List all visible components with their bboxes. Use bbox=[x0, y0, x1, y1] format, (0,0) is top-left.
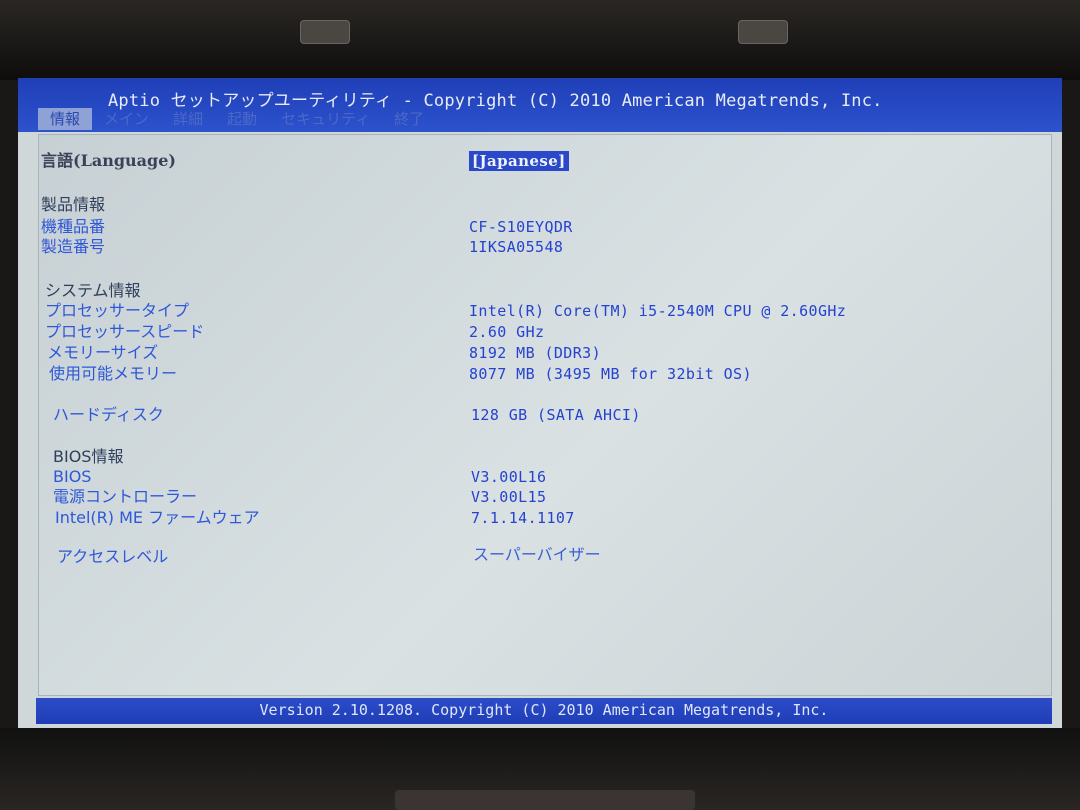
usable-memory-value: 8077 MB (3495 MB for 32bit OS) bbox=[469, 365, 752, 383]
serial-value: 1IKSA05548 bbox=[469, 238, 564, 256]
bezel-slot bbox=[395, 790, 695, 810]
bios-label: BIOS bbox=[53, 467, 92, 486]
bezel-hinge-right bbox=[738, 20, 788, 44]
tab-info[interactable]: 情報 bbox=[38, 108, 93, 130]
system-info-heading: システム情報 bbox=[45, 281, 141, 300]
product-info-heading: 製品情報 bbox=[41, 195, 106, 214]
bezel-hinge-left bbox=[300, 20, 350, 44]
access-level-value: スーパーバイザー bbox=[473, 545, 601, 564]
tab-advanced[interactable]: 詳細 bbox=[161, 108, 215, 130]
model-value: CF-S10EYQDR bbox=[469, 218, 573, 236]
cpu-speed-label: プロセッサースピード bbox=[45, 322, 205, 341]
bios-value: V3.00L16 bbox=[471, 468, 547, 486]
tab-bar: 情報 メイン 詳細 起動 セキュリティ 終了 bbox=[38, 108, 436, 130]
bios-screen: Aptio セットアップユーティリティ - Copyright (C) 2010… bbox=[18, 78, 1062, 730]
power-controller-value: V3.00L15 bbox=[471, 488, 547, 506]
me-firmware-value: 7.1.14.1107 bbox=[471, 509, 575, 527]
cpu-type-label: プロセッサータイプ bbox=[45, 301, 190, 320]
tab-main[interactable]: メイン bbox=[92, 108, 161, 130]
cpu-type-value: Intel(R) Core(TM) i5-2540M CPU @ 2.60GHz bbox=[469, 302, 847, 320]
footer-bar: Version 2.10.1208. Copyright (C) 2010 Am… bbox=[36, 698, 1052, 724]
power-controller-label: 電源コントローラー bbox=[53, 487, 198, 506]
tab-exit[interactable]: 終了 bbox=[382, 108, 436, 130]
tab-boot[interactable]: 起動 bbox=[215, 108, 269, 130]
cpu-speed-value: 2.60 GHz bbox=[469, 323, 545, 341]
info-panel: 言語(Language) [Japanese] 製品情報 機種品番 CF-S10… bbox=[38, 134, 1052, 696]
hdd-label: ハードディスク bbox=[53, 405, 164, 424]
usable-memory-label: 使用可能メモリー bbox=[49, 364, 178, 383]
access-level-label: アクセスレベル bbox=[57, 547, 169, 566]
serial-label: 製造番号 bbox=[41, 237, 106, 256]
laptop-bezel-top bbox=[0, 0, 1080, 80]
bios-info-heading: BIOS情報 bbox=[53, 447, 124, 466]
memory-size-value: 8192 MB (DDR3) bbox=[469, 344, 602, 362]
model-label: 機種品番 bbox=[41, 217, 106, 236]
language-select[interactable]: [Japanese] bbox=[469, 151, 569, 171]
memory-size-label: メモリーサイズ bbox=[47, 343, 159, 362]
language-label: 言語(Language) bbox=[41, 151, 176, 170]
title-bar: Aptio セットアップユーティリティ - Copyright (C) 2010… bbox=[18, 78, 1062, 132]
tab-security[interactable]: セキュリティ bbox=[269, 108, 382, 130]
version-text: Version 2.10.1208. Copyright (C) 2010 Am… bbox=[259, 701, 829, 719]
hdd-value: 128 GB (SATA AHCI) bbox=[471, 406, 641, 424]
me-firmware-label: Intel(R) ME ファームウェア bbox=[55, 508, 260, 527]
